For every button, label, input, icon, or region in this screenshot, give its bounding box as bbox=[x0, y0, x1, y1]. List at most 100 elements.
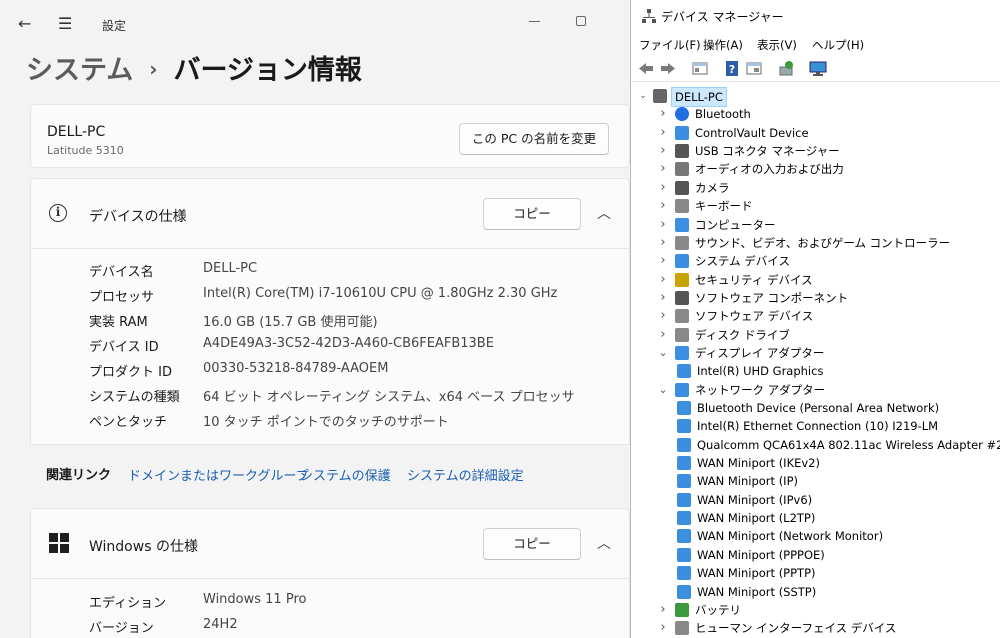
tree-device[interactable]: WAN Miniport (PPPOE) bbox=[677, 546, 997, 564]
tree-device[interactable]: WAN Miniport (IP) bbox=[677, 472, 997, 490]
menu-help[interactable]: ヘルプ(H) bbox=[812, 37, 864, 53]
tree-root[interactable]: ⌄ DELL-PC bbox=[637, 87, 747, 107]
copy-windows-specs-button[interactable]: コピー bbox=[483, 528, 581, 560]
link-advanced-system-settings[interactable]: システムの詳細設定 bbox=[407, 465, 524, 484]
device-specs-header[interactable]: i デバイスの仕様 コピー ︿ bbox=[31, 179, 630, 249]
tree-category[interactable]: › カメラ bbox=[657, 179, 997, 197]
tree-device[interactable]: Intel(R) Ethernet Connection (10) I219-L… bbox=[677, 417, 997, 435]
device-manager-titlebar: デバイス マネージャー bbox=[631, 0, 1000, 32]
expand-chevron-icon[interactable]: › bbox=[657, 307, 669, 325]
back-arrow-icon[interactable] bbox=[637, 60, 655, 77]
windows-specs-header[interactable]: Windows の仕様 コピー ︿ bbox=[31, 509, 630, 579]
expand-chevron-icon[interactable]: › bbox=[657, 179, 669, 197]
tree-category[interactable]: › ヒューマン インターフェイス デバイス bbox=[657, 619, 997, 637]
tree-category[interactable]: › システム デバイス bbox=[657, 252, 997, 270]
spec-value: A4DE49A3-3C52-42D3-A460-CB6FEAFB13BE bbox=[203, 336, 494, 351]
tree-category[interactable]: ⌄ ディスプレイ アダプター bbox=[657, 344, 997, 362]
tree-node-label: ディスプレイ アダプター bbox=[695, 345, 825, 360]
properties-icon[interactable] bbox=[691, 60, 709, 77]
expand-chevron-icon[interactable]: › bbox=[657, 619, 669, 637]
menu-action[interactable]: 操作(A) bbox=[703, 37, 743, 53]
info-icon: i bbox=[49, 204, 69, 224]
maximize-button[interactable] bbox=[570, 10, 592, 32]
device-icon bbox=[677, 419, 691, 434]
device-icon bbox=[677, 584, 691, 599]
expand-chevron-icon[interactable]: › bbox=[657, 601, 669, 619]
device-icon bbox=[677, 437, 691, 452]
tree-category[interactable]: › バッテリ bbox=[657, 601, 997, 619]
scan-hardware-icon[interactable] bbox=[777, 60, 795, 77]
expand-chevron-icon[interactable]: › bbox=[657, 234, 669, 252]
expand-chevron-icon[interactable]: › bbox=[657, 216, 669, 234]
collapse-chevron-icon[interactable]: ⌄ bbox=[657, 344, 669, 362]
expand-chevron-icon[interactable]: › bbox=[657, 197, 669, 215]
tree-device[interactable]: Bluetooth Device (Personal Area Network) bbox=[677, 399, 997, 417]
tree-category[interactable]: › セキュリティ デバイス bbox=[657, 271, 997, 289]
chevron-up-icon[interactable]: ︿ bbox=[594, 204, 614, 224]
expand-chevron-icon[interactable]: › bbox=[657, 105, 669, 123]
device-icon bbox=[677, 474, 691, 489]
link-domain-workgroup[interactable]: ドメインまたはワークグループ bbox=[128, 465, 309, 484]
tree-device[interactable]: WAN Miniport (SSTP) bbox=[677, 583, 997, 601]
tree-root-label: DELL-PC bbox=[671, 87, 727, 107]
tree-category[interactable]: › ディスク ドライブ bbox=[657, 326, 997, 344]
tree-device[interactable]: Qualcomm QCA61x4A 802.11ac Wireless Adap… bbox=[677, 436, 1000, 454]
tree-node-label: システム デバイス bbox=[695, 254, 790, 269]
rename-pc-button[interactable]: この PC の名前を変更 bbox=[459, 123, 609, 155]
tree-device[interactable]: WAN Miniport (IKEv2) bbox=[677, 454, 997, 472]
collapse-chevron-icon[interactable]: ⌄ bbox=[657, 381, 669, 399]
show-hidden-icon[interactable] bbox=[745, 60, 763, 77]
tree-category[interactable]: › キーボード bbox=[657, 197, 997, 215]
expand-chevron-icon[interactable]: › bbox=[657, 289, 669, 307]
expand-chevron-icon[interactable]: › bbox=[657, 160, 669, 178]
minimize-button[interactable] bbox=[524, 10, 546, 32]
tree-node-label: ControlVault Device bbox=[695, 125, 809, 140]
minimize-icon bbox=[529, 21, 540, 22]
tree-device[interactable]: Intel(R) UHD Graphics bbox=[677, 362, 997, 380]
expand-chevron-icon[interactable]: › bbox=[657, 124, 669, 142]
settings-window: ← ☰ 設定 システム › バージョン情報 DELL-PC Latitude 531… bbox=[0, 0, 630, 638]
expand-chevron-icon[interactable]: › bbox=[657, 326, 669, 344]
back-arrow-icon[interactable]: ← bbox=[18, 14, 31, 34]
tree-node-label: バッテリ bbox=[695, 602, 741, 617]
tree-node-label: WAN Miniport (PPPOE) bbox=[697, 547, 825, 562]
tree-category[interactable]: › サウンド、ビデオ、およびゲーム コントローラー bbox=[657, 234, 997, 252]
tree-category[interactable]: › コンピューター bbox=[657, 216, 997, 234]
expand-chevron-icon[interactable]: › bbox=[657, 142, 669, 160]
tree-node-label: WAN Miniport (Network Monitor) bbox=[697, 529, 884, 544]
windows-specs-card: Windows の仕様 コピー ︿ エディション Windows 11 Pro バ… bbox=[30, 508, 630, 638]
tree-category[interactable]: › USB コネクタ マネージャー bbox=[657, 142, 997, 160]
expand-chevron-icon[interactable]: › bbox=[657, 252, 669, 270]
device-icon bbox=[677, 364, 691, 379]
tree-device[interactable]: WAN Miniport (L2TP) bbox=[677, 509, 997, 527]
help-icon[interactable]: ? bbox=[723, 60, 741, 77]
tree-device[interactable]: WAN Miniport (Network Monitor) bbox=[677, 527, 997, 545]
security-device-icon bbox=[675, 272, 689, 287]
breadcrumb-parent[interactable]: システム bbox=[26, 55, 133, 86]
keyboard-icon bbox=[675, 199, 689, 214]
tree-category[interactable]: ⌄ ネットワーク アダプター bbox=[657, 381, 997, 399]
hamburger-menu-icon[interactable]: ☰ bbox=[58, 14, 72, 34]
tree-category[interactable]: › Bluetooth bbox=[657, 105, 997, 123]
tree-device[interactable]: WAN Miniport (PPTP) bbox=[677, 564, 997, 582]
spec-label: システムの種類 bbox=[89, 390, 180, 405]
collapse-chevron-icon[interactable]: ⌄ bbox=[637, 87, 649, 105]
tree-category[interactable]: › オーディオの入力および出力 bbox=[657, 160, 997, 178]
menu-view[interactable]: 表示(V) bbox=[757, 37, 797, 53]
svg-text:?: ? bbox=[729, 63, 735, 76]
link-system-protection[interactable]: システムの保護 bbox=[300, 465, 391, 484]
monitor-icon[interactable] bbox=[809, 60, 827, 77]
breadcrumb-separator-icon: › bbox=[149, 57, 158, 81]
menu-file[interactable]: ファイル(F) bbox=[639, 37, 701, 53]
tree-node-label: WAN Miniport (IPv6) bbox=[697, 492, 813, 507]
tree-category[interactable]: › ソフトウェア デバイス bbox=[657, 307, 997, 325]
tree-category[interactable]: › ソフトウェア コンポーネント bbox=[657, 289, 997, 307]
expand-chevron-icon[interactable]: › bbox=[657, 271, 669, 289]
tree-device[interactable]: WAN Miniport (IPv6) bbox=[677, 491, 997, 509]
menu-bar: ファイル(F) 操作(A) 表示(V) ヘルプ(H) bbox=[631, 33, 1000, 55]
device-icon bbox=[677, 566, 691, 581]
copy-device-specs-button[interactable]: コピー bbox=[483, 198, 581, 230]
chevron-up-icon[interactable]: ︿ bbox=[594, 534, 614, 554]
tree-category[interactable]: › ControlVault Device bbox=[657, 124, 997, 142]
forward-arrow-icon[interactable] bbox=[659, 60, 677, 77]
